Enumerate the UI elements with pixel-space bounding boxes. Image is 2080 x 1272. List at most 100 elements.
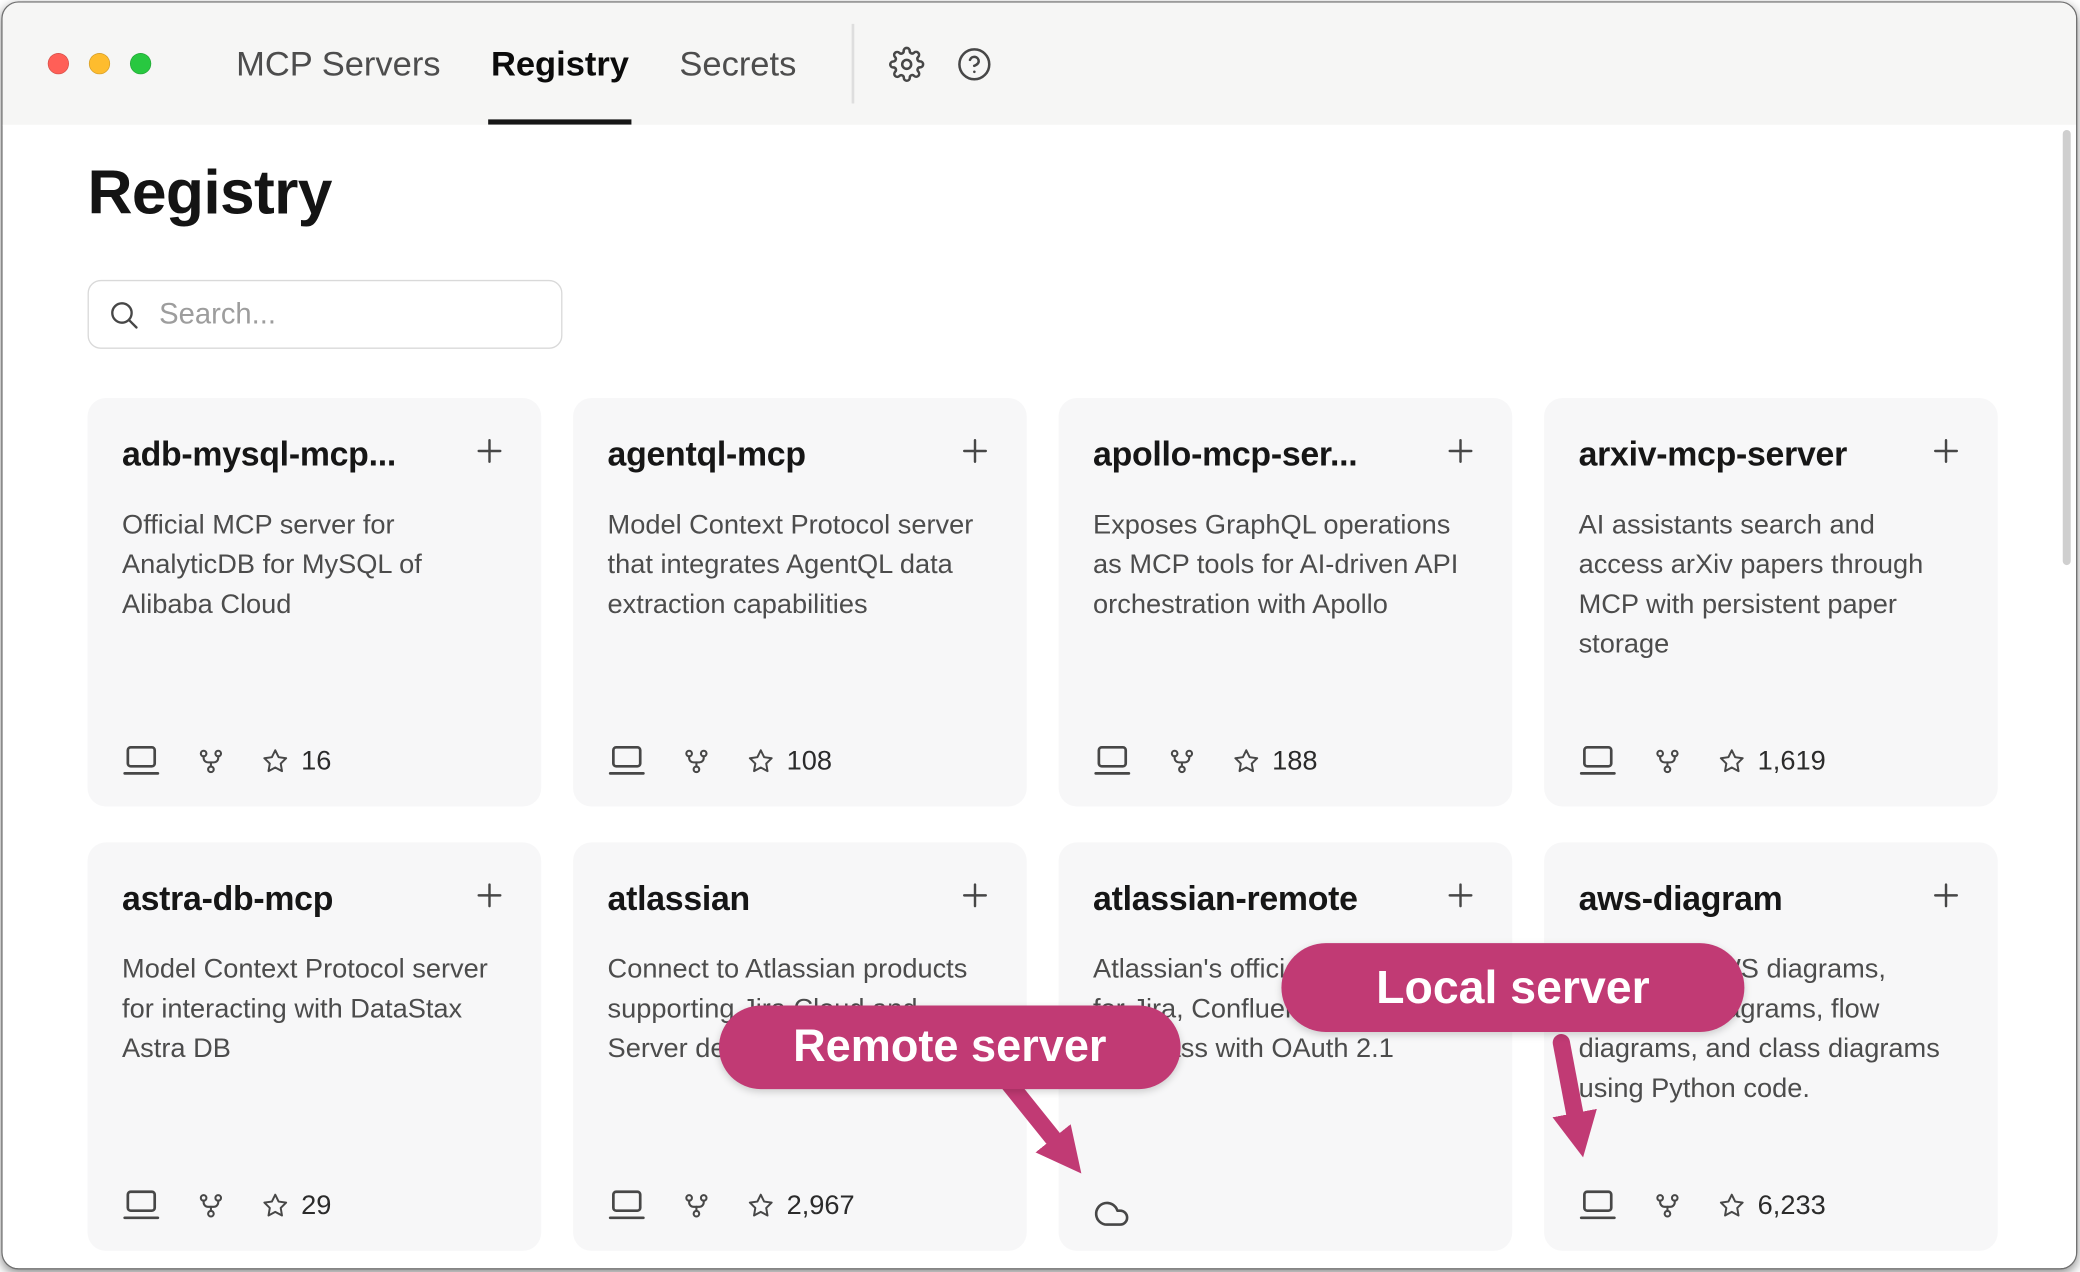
server-card-arxiv-mcp-server[interactable]: arxiv-mcp-server AI assistants search an… — [1544, 398, 1998, 807]
laptop-icon — [1093, 745, 1131, 778]
server-name: adb-mysql-mcp... — [122, 430, 396, 475]
server-card-apollo-mcp-server[interactable]: apollo-mcp-ser... Exposes GraphQL operat… — [1059, 398, 1513, 807]
stars-count: 108 — [787, 745, 832, 777]
stars-count: 6,233 — [1758, 1190, 1826, 1222]
titlebar: MCP Servers Registry Secrets — [3, 3, 2076, 126]
search-box — [88, 280, 563, 349]
plus-icon — [1929, 434, 1963, 468]
laptop-icon — [608, 1189, 646, 1222]
tab-secrets[interactable]: Secrets — [679, 3, 796, 125]
add-server-button[interactable] — [1443, 434, 1477, 468]
gear-icon[interactable] — [889, 46, 925, 82]
server-name: arxiv-mcp-server — [1579, 430, 1847, 475]
add-server-button[interactable] — [472, 434, 506, 468]
star-icon — [261, 1192, 289, 1220]
search-icon — [107, 298, 140, 331]
search-input[interactable] — [157, 296, 551, 333]
local-server-callout-label: Local server — [1376, 961, 1650, 1014]
plus-icon — [958, 879, 992, 913]
tab-mcp-servers[interactable]: MCP Servers — [236, 3, 440, 125]
server-name: atlassian-remote — [1093, 875, 1358, 920]
plus-icon — [958, 434, 992, 468]
star-icon — [261, 747, 289, 775]
star-icon — [1718, 1192, 1746, 1220]
server-description: AI assistants search and access arXiv pa… — [1579, 506, 1964, 665]
card-footer: 108 — [608, 745, 832, 778]
card-footer: 29 — [122, 1189, 331, 1222]
plus-icon — [1443, 879, 1477, 913]
add-server-button[interactable] — [958, 434, 992, 468]
server-description: Official MCP server for AnalyticDB for M… — [122, 506, 507, 625]
stars-count-group: 6,233 — [1718, 1190, 1826, 1222]
stars-count: 16 — [301, 745, 331, 777]
window-controls — [3, 3, 152, 125]
cloud-icon — [1093, 1196, 1130, 1233]
star-icon — [747, 1192, 775, 1220]
stars-count-group: 16 — [261, 745, 331, 777]
add-server-button[interactable] — [1929, 879, 1963, 913]
fork-icon — [682, 747, 711, 776]
server-description: Exposes GraphQL operations as MCP tools … — [1093, 506, 1478, 625]
plus-icon — [1929, 879, 1963, 913]
stars-count-group: 29 — [261, 1190, 331, 1222]
scrollbar-thumb[interactable] — [2063, 130, 2071, 565]
star-icon — [747, 747, 775, 775]
card-footer: 1,619 — [1579, 745, 1826, 778]
plus-icon — [472, 434, 506, 468]
add-server-button[interactable] — [472, 879, 506, 913]
server-card-agentql-mcp[interactable]: agentql-mcp Model Context Protocol serve… — [573, 398, 1027, 807]
server-card-astra-db-mcp[interactable]: astra-db-mcp Model Context Protocol serv… — [88, 843, 542, 1252]
laptop-icon — [1579, 1189, 1617, 1222]
fork-icon — [1167, 747, 1196, 776]
tab-registry[interactable]: Registry — [491, 3, 629, 125]
star-icon — [1718, 747, 1746, 775]
server-name: atlassian — [608, 875, 750, 920]
stars-count: 29 — [301, 1190, 331, 1222]
server-name: apollo-mcp-ser... — [1093, 430, 1357, 475]
card-footer: 16 — [122, 745, 331, 778]
titlebar-divider — [852, 24, 855, 104]
server-description: Model Context Protocol server that integ… — [608, 506, 993, 625]
plus-icon — [472, 879, 506, 913]
plus-icon — [1443, 434, 1477, 468]
zoom-button[interactable] — [130, 53, 151, 74]
app-window-wrapper: MCP Servers Registry Secrets Registry — [0, 0, 2080, 1272]
stars-count-group: 1,619 — [1718, 745, 1826, 777]
card-footer — [1093, 1196, 1130, 1233]
fork-icon — [196, 747, 225, 776]
fork-icon — [682, 1191, 711, 1220]
card-footer: 188 — [1093, 745, 1317, 778]
page-title: Registry — [88, 159, 2076, 224]
stars-count-group: 188 — [1232, 745, 1317, 777]
stars-count: 1,619 — [1758, 745, 1826, 777]
remote-server-callout: Remote server — [719, 1006, 1181, 1090]
help-icon[interactable] — [957, 46, 993, 82]
server-card-aws-diagram[interactable]: aws-diagram Generate AWS diagrams, seque… — [1544, 843, 1998, 1252]
fork-icon — [1653, 747, 1682, 776]
stars-count-group: 108 — [747, 745, 832, 777]
add-server-button[interactable] — [1443, 879, 1477, 913]
main-content: Registry adb-mysql-mcp... — [3, 125, 2076, 1268]
stars-count: 188 — [1272, 745, 1317, 777]
laptop-icon — [1579, 745, 1617, 778]
remote-server-callout-label: Remote server — [793, 1021, 1106, 1073]
close-button[interactable] — [48, 53, 69, 74]
minimize-button[interactable] — [89, 53, 110, 74]
server-name: astra-db-mcp — [122, 875, 333, 920]
fork-icon — [196, 1191, 225, 1220]
card-footer: 6,233 — [1579, 1189, 1826, 1222]
server-description: Model Context Protocol server for intera… — [122, 950, 507, 1069]
registry-grid: adb-mysql-mcp... Official MCP server for… — [88, 398, 1998, 1251]
fork-icon — [1653, 1191, 1682, 1220]
server-card-adb-mysql-mcp[interactable]: adb-mysql-mcp... Official MCP server for… — [88, 398, 542, 807]
laptop-icon — [122, 745, 160, 778]
laptop-icon — [608, 745, 646, 778]
nav-tabs: MCP Servers Registry Secrets — [236, 3, 796, 125]
card-footer: 2,967 — [608, 1189, 855, 1222]
add-server-button[interactable] — [958, 879, 992, 913]
add-server-button[interactable] — [1929, 434, 1963, 468]
local-server-callout: Local server — [1281, 943, 1744, 1032]
server-name: agentql-mcp — [608, 430, 806, 475]
laptop-icon — [122, 1189, 160, 1222]
stars-count: 2,967 — [787, 1190, 855, 1222]
